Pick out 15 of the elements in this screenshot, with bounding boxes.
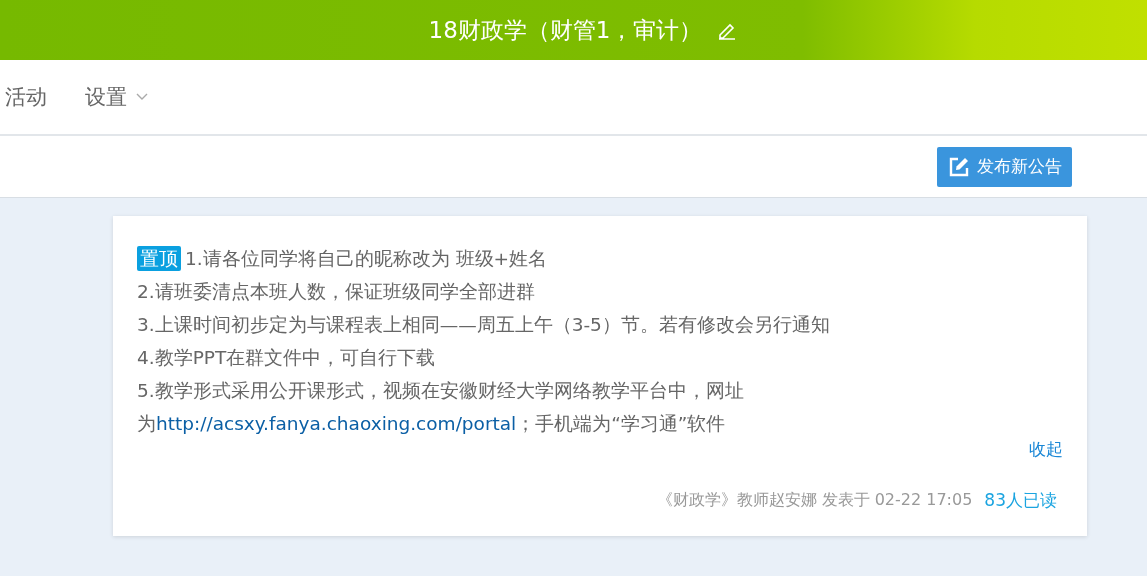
post-meta: 《财政学》教师赵安娜 发表于 02-22 17:05 <box>656 490 973 511</box>
publish-notice-button[interactable]: 发布新公告 <box>937 146 1072 187</box>
notice-line: 为http://acsxy.fanya.chaoxing.com/portal；手机端为“学习通”软件 <box>137 412 727 436</box>
read-count-link[interactable]: 83人已读 <box>984 489 1057 512</box>
course-title: 18财政学（财管1，审计） <box>428 15 703 45</box>
pinned-badge: 置顶 <box>137 246 181 271</box>
notice-line: 3.上课时间初步定为与课程表上相同——周五上午（3-5）节。若有修改会另行通知 <box>137 314 830 335</box>
nav-tab[interactable]: 活动 <box>5 83 47 111</box>
nav-tab[interactable]: 设置 <box>85 83 149 111</box>
collapse-link[interactable]: 收起 <box>1029 439 1063 459</box>
notice-line: 4.教学PPT在群文件中，可自行下载 <box>137 347 436 368</box>
notice-line: 1.请各位同学将自己的昵称改为 班级+姓名 <box>185 248 548 269</box>
portal-link[interactable]: http://acsxy.fanya.chaoxing.com/portal <box>156 413 517 434</box>
notice-line: 5.教学形式采用公开课形式，视频在安徽财经大学网络教学平台中，网址 <box>137 380 744 401</box>
notice-line: 2.请班委清点本班人数，保证班级同学全部进群 <box>137 281 535 302</box>
